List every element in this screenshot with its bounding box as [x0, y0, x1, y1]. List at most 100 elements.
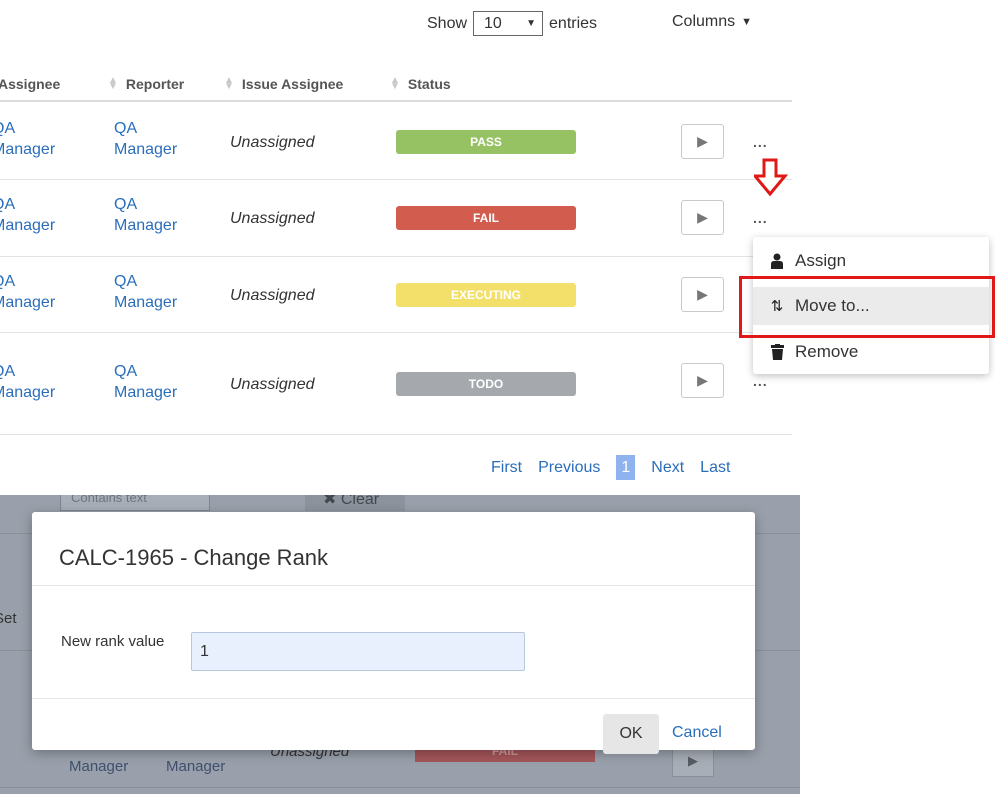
- entries-label: entries: [549, 14, 598, 32]
- reporter-link[interactable]: QA Manager: [114, 194, 177, 236]
- assignee-line: Manager: [0, 294, 56, 311]
- reporter-line: Manager: [114, 141, 178, 158]
- issue-assignee: Unassigned: [230, 376, 315, 393]
- menu-item-remove[interactable]: Remove: [753, 333, 989, 371]
- reporter-line: QA: [114, 363, 138, 380]
- background-reporter: Manager: [166, 758, 226, 775]
- down-arrow-annotation-icon: [754, 158, 788, 197]
- rank-label: New rank value: [61, 633, 165, 650]
- entries-select[interactable]: 10 ▼: [473, 11, 544, 36]
- columns-label: Columns: [672, 13, 736, 30]
- reporter-line: QA: [114, 273, 138, 290]
- table-header: Assignee ▲ ▼ Reporter ▲ ▼ Issue Assignee ▲…: [0, 66, 792, 102]
- pagination-previous[interactable]: Previous: [538, 459, 600, 477]
- status-badge: EXECUTING: [396, 283, 576, 307]
- column-header-label: Issue Assignee: [241, 76, 344, 92]
- background-filter-input: Contains text: [60, 495, 210, 511]
- highlight-box-annotation: [739, 276, 995, 338]
- more-actions-button[interactable]: ...: [753, 134, 768, 150]
- table-row: QA Manager QA Manager Unassigned TODO ▶ …: [0, 333, 792, 435]
- assignee-line: QA: [0, 120, 16, 137]
- assignee-line: QA: [0, 196, 16, 213]
- play-icon: ▶: [697, 286, 708, 302]
- background-assignee: Manager: [69, 758, 129, 775]
- rank-value-input[interactable]: 1: [191, 632, 525, 671]
- trash-icon: [769, 344, 785, 360]
- assignee-line: QA: [0, 363, 16, 380]
- sort-icon: ▲ ▼: [108, 75, 118, 92]
- column-header-reporter[interactable]: ▲ ▼ Reporter: [108, 75, 185, 93]
- user-icon: [769, 253, 785, 269]
- assignee-line: Manager: [0, 384, 56, 401]
- change-rank-dialog: CALC-1965 - Change Rank New rank value 1…: [32, 512, 755, 754]
- show-label: Show: [427, 14, 468, 32]
- assignee-link[interactable]: QA Manager: [0, 118, 55, 160]
- table-row: QA Manager QA Manager Unassigned PASS ▶ …: [0, 104, 792, 180]
- reporter-line: Manager: [114, 217, 178, 234]
- assignee-line: Manager: [0, 141, 56, 158]
- columns-button[interactable]: Columns ▼: [672, 13, 752, 31]
- reporter-line: QA: [114, 120, 138, 137]
- assignee-link[interactable]: QA Manager: [0, 271, 55, 313]
- status-badge: PASS: [396, 130, 576, 154]
- sort-icon: ▲ ▼: [390, 75, 400, 92]
- background-divider: [0, 787, 800, 788]
- dialog-footer-divider: [32, 698, 755, 699]
- table-row: QA Manager QA Manager Unassigned FAIL ▶ …: [0, 180, 792, 257]
- dialog-title: CALC-1965 - Change Rank: [59, 545, 329, 570]
- play-icon: ▶: [688, 753, 698, 768]
- column-header-label: Reporter: [125, 76, 185, 92]
- change-rank-dialog-screenshot: Contains text ✖ Clear Set Manager Manage…: [0, 495, 800, 794]
- filter-placeholder: Contains text: [71, 495, 147, 505]
- assignee-line: QA: [0, 273, 16, 290]
- execute-button[interactable]: ▶: [681, 277, 724, 312]
- show-entries-control: Show 10 ▼ entries: [427, 11, 597, 36]
- clear-label: Clear: [340, 495, 380, 508]
- test-execution-table-panel: Show 10 ▼ entries Columns ▼ Assignee ▲ ▼ …: [0, 0, 995, 480]
- chevron-down-icon: ▼: [526, 18, 537, 29]
- play-icon: ▶: [697, 372, 708, 388]
- more-actions-button[interactable]: ...: [753, 210, 768, 226]
- execute-button[interactable]: ▶: [681, 124, 724, 159]
- menu-item-assign[interactable]: Assign: [753, 242, 989, 280]
- reporter-link[interactable]: QA Manager: [114, 271, 177, 313]
- caret-down-icon: ▼: [741, 16, 753, 28]
- menu-item-label: Remove: [795, 342, 859, 361]
- issue-assignee: Unassigned: [230, 287, 315, 304]
- entries-value: 10: [484, 14, 502, 32]
- background-partial-label: Set: [0, 610, 17, 627]
- sort-icon: ▲ ▼: [224, 75, 234, 92]
- pagination-next[interactable]: Next: [651, 459, 684, 477]
- reporter-line: Manager: [114, 294, 178, 311]
- reporter-line: QA: [114, 196, 138, 213]
- execute-button[interactable]: ▶: [681, 200, 724, 235]
- pagination-last[interactable]: Last: [700, 459, 730, 477]
- assignee-link[interactable]: QA Manager: [0, 194, 55, 236]
- column-header-issue-assignee[interactable]: ▲ ▼ Issue Assignee: [224, 75, 344, 93]
- column-header-label: Assignee: [0, 76, 61, 92]
- play-icon: ▶: [697, 133, 708, 149]
- table-row: QA Manager QA Manager Unassigned EXECUTI…: [0, 257, 792, 333]
- column-header-label: Status: [407, 76, 451, 92]
- execute-button[interactable]: ▶: [681, 363, 724, 398]
- issue-assignee: Unassigned: [230, 134, 315, 151]
- more-actions-button[interactable]: ...: [753, 373, 768, 389]
- dialog-header: CALC-1965 - Change Rank: [32, 512, 755, 586]
- column-header-assignee[interactable]: Assignee: [0, 76, 60, 92]
- pagination-current-page[interactable]: 1: [616, 455, 636, 480]
- cancel-button[interactable]: Cancel: [672, 724, 722, 742]
- pagination: First Previous 1 Next Last: [491, 455, 730, 480]
- assignee-link[interactable]: QA Manager: [0, 361, 55, 403]
- status-badge: FAIL: [396, 206, 576, 230]
- background-clear-button: ✖ Clear: [305, 495, 405, 511]
- pagination-first[interactable]: First: [491, 459, 522, 477]
- column-header-status[interactable]: ▲ ▼ Status: [390, 75, 451, 93]
- status-badge: TODO: [396, 372, 576, 396]
- reporter-link[interactable]: QA Manager: [114, 361, 177, 403]
- issue-assignee: Unassigned: [230, 210, 315, 227]
- reporter-link[interactable]: QA Manager: [114, 118, 177, 160]
- menu-item-label: Assign: [795, 251, 847, 270]
- play-icon: ▶: [697, 209, 708, 225]
- ok-button[interactable]: OK: [603, 714, 659, 754]
- assignee-line: Manager: [0, 217, 56, 234]
